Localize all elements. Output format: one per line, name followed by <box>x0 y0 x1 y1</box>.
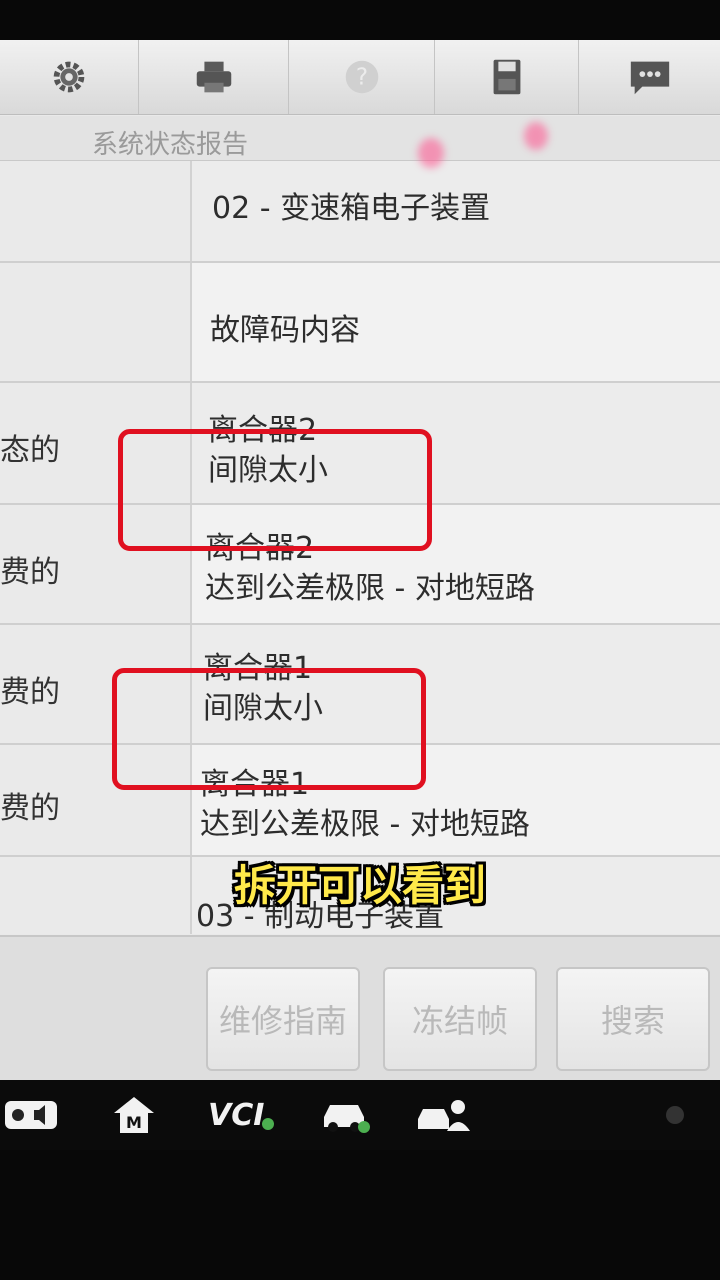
highlight-box <box>112 668 426 790</box>
search-button[interactable]: 搜索 <box>556 967 710 1071</box>
table-row[interactable]: 故障码内容 <box>0 263 720 383</box>
diagnostic-screen: ? 系统状态报告 02 - 变速箱电子装置 故障码内容 态的 离合器2 间隙太小… <box>0 40 720 1080</box>
remote-expert-button[interactable] <box>414 1090 474 1140</box>
vci-button[interactable]: VCI <box>208 1090 275 1140</box>
report-title: 系统状态报告 <box>92 130 249 160</box>
car-check-icon <box>324 1105 370 1133</box>
settings-icon <box>53 61 85 93</box>
brightness-volume-button[interactable] <box>4 1090 58 1140</box>
print-icon <box>196 61 232 93</box>
brightness-volume-icon <box>5 1101 57 1129</box>
home-icon: M <box>114 1097 154 1133</box>
status-dot-icon <box>666 1106 684 1124</box>
vci-label: VCI <box>208 1097 265 1133</box>
help-icon: ? <box>345 60 379 94</box>
toolbar: ? <box>0 40 720 115</box>
car-user-icon <box>418 1100 470 1131</box>
freeze-frame-button[interactable]: 冻结帧 <box>383 967 537 1071</box>
system-bar: M VCI <box>0 1080 720 1150</box>
svg-text:M: M <box>126 1113 142 1132</box>
row-text: 故障码内容 <box>210 313 360 348</box>
svg-text:?: ? <box>356 65 368 91</box>
row-text: 02 - 变速箱电子装置 <box>212 191 491 226</box>
repair-guide-button[interactable]: 维修指南 <box>206 967 360 1071</box>
highlight-box <box>118 429 432 551</box>
video-caption: 拆开可以看到 <box>233 861 486 910</box>
light-glare <box>524 122 548 150</box>
table-row[interactable]: 02 - 变速箱电子装置 <box>0 161 720 263</box>
vci-status-icon <box>262 1118 275 1130</box>
message-button[interactable] <box>580 40 720 114</box>
save-button[interactable] <box>436 40 579 114</box>
print-button[interactable] <box>140 40 289 114</box>
help-button[interactable]: ? <box>290 40 435 114</box>
message-icon <box>630 61 670 95</box>
fault-code-table: 02 - 变速箱电子装置 故障码内容 态的 离合器2 间隙太小 费的 离合器2 … <box>0 161 720 934</box>
light-glare <box>418 138 444 168</box>
settings-button[interactable] <box>0 40 139 114</box>
vehicle-diagnosis-button[interactable] <box>318 1090 374 1140</box>
action-bar: 维修指南 冻结帧 搜索 <box>0 935 720 1080</box>
save-icon <box>493 59 521 95</box>
row-left-cell <box>0 161 192 261</box>
row-left-cell <box>0 263 192 381</box>
home-button[interactable]: M <box>112 1090 156 1140</box>
status-indicator <box>666 1090 684 1140</box>
report-subtitle-bar: 系统状态报告 <box>0 116 720 161</box>
